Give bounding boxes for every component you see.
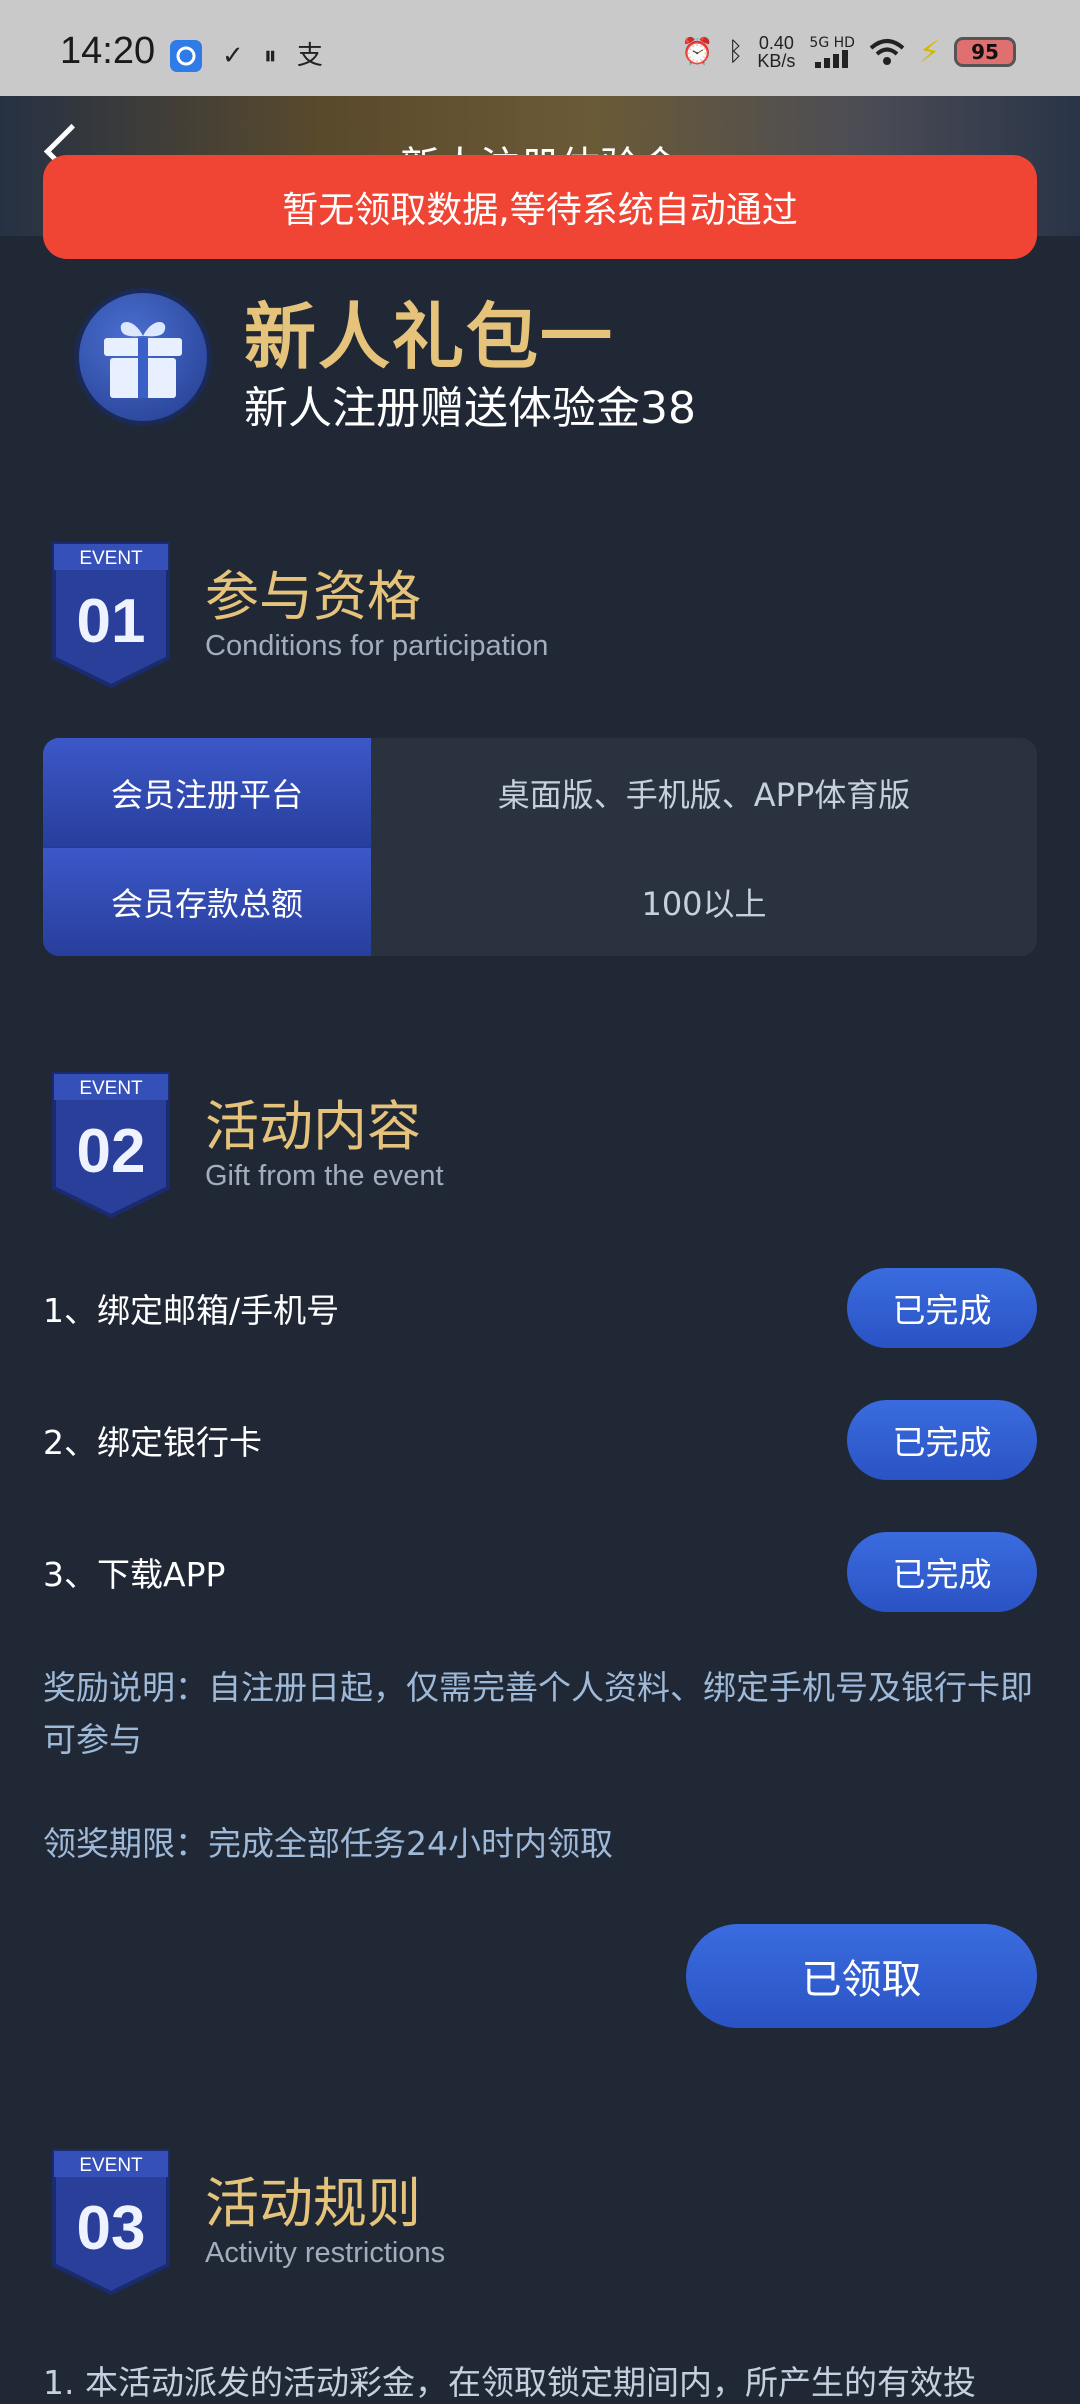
svg-text:EVENT: EVENT [79, 548, 143, 569]
section-title-eligibility: 参与资格 [205, 565, 421, 628]
package-title: 新人礼包一 [244, 295, 615, 379]
condition-value: 桌面版、手机版、APP体育版 [497, 775, 911, 814]
alarm-icon: ⏰ [681, 37, 714, 67]
task-label: 2、绑定银行卡 [43, 1423, 262, 1462]
task-completed-button[interactable]: 已完成 [847, 1400, 1037, 1480]
check-icon: ✓ [222, 41, 244, 71]
event-badge-02: EVENT 02 [52, 1072, 170, 1219]
svg-text:EVENT: EVENT [79, 1078, 143, 1099]
task-row: 2、绑定银行卡 已完成 [43, 1400, 1037, 1480]
table-row: 会员存款总额 100以上 [43, 847, 1037, 956]
rules-text: 1. 本活动派发的活动彩金，在领取锁定期间内，所产生的有效投 [43, 2363, 976, 2402]
pause-icon: ⏸ [263, 41, 277, 71]
package-subtitle: 新人注册赠送体验金38 [244, 383, 696, 434]
toast-message: 暂无领取数据,等待系统自动通过 [43, 155, 1037, 259]
signal-icon [815, 50, 849, 68]
event-badge-03: EVENT 03 [52, 2149, 170, 2296]
event-badge-01: EVENT 01 [52, 542, 170, 689]
network-speed: 0.40 KB/s [757, 33, 796, 71]
battery-indicator: 95 [954, 37, 1016, 67]
condition-label: 会员存款总额 [43, 847, 371, 956]
gift-icon [74, 288, 212, 426]
wifi-icon [869, 39, 905, 65]
section-subtitle-eligibility: Conditions for participation [205, 630, 549, 662]
charging-icon: ⚡ [918, 34, 940, 70]
svg-text:02: 02 [77, 1117, 146, 1186]
status-bar: 14:20 ✓ ⏸ 支 ⏰ ᛒ 0.40 KB/s 5G HD ⚡ 95 [0, 0, 1080, 96]
claimed-button[interactable]: 已领取 [686, 1924, 1037, 2028]
svg-text:EVENT: EVENT [79, 2155, 143, 2176]
task-row: 3、下载APP 已完成 [43, 1532, 1037, 1612]
conditions-table: 会员注册平台 桌面版、手机版、APP体育版 会员存款总额 100以上 [43, 738, 1037, 956]
app-notification-icon [170, 40, 202, 72]
section-subtitle-content: Gift from the event [205, 1160, 444, 1192]
task-row: 1、绑定邮箱/手机号 已完成 [43, 1268, 1037, 1348]
alipay-icon: 支 [296, 41, 323, 71]
section-subtitle-rules: Activity restrictions [205, 2237, 446, 2269]
reward-description: 奖励说明：自注册日起，仅需完善个人资料、绑定手机号及银行卡即可参与 [43, 1668, 1033, 1759]
task-label: 1、绑定邮箱/手机号 [43, 1291, 340, 1330]
section-title-content: 活动内容 [205, 1095, 421, 1158]
condition-value: 100以上 [641, 884, 767, 923]
condition-label: 会员注册平台 [43, 738, 371, 847]
task-label: 3、下载APP [43, 1555, 226, 1594]
section-title-rules: 活动规则 [205, 2172, 421, 2235]
table-row: 会员注册平台 桌面版、手机版、APP体育版 [43, 738, 1037, 847]
bluetooth-icon: ᛒ [727, 37, 744, 67]
status-time: 14:20 [60, 30, 156, 72]
task-completed-button[interactable]: 已完成 [847, 1268, 1037, 1348]
svg-text:03: 03 [77, 2194, 146, 2263]
task-completed-button[interactable]: 已完成 [847, 1532, 1037, 1612]
signal-block: 5G HD [809, 36, 855, 68]
svg-text:01: 01 [77, 587, 146, 656]
claim-deadline: 领奖期限：完成全部任务24小时内领取 [43, 1824, 613, 1863]
